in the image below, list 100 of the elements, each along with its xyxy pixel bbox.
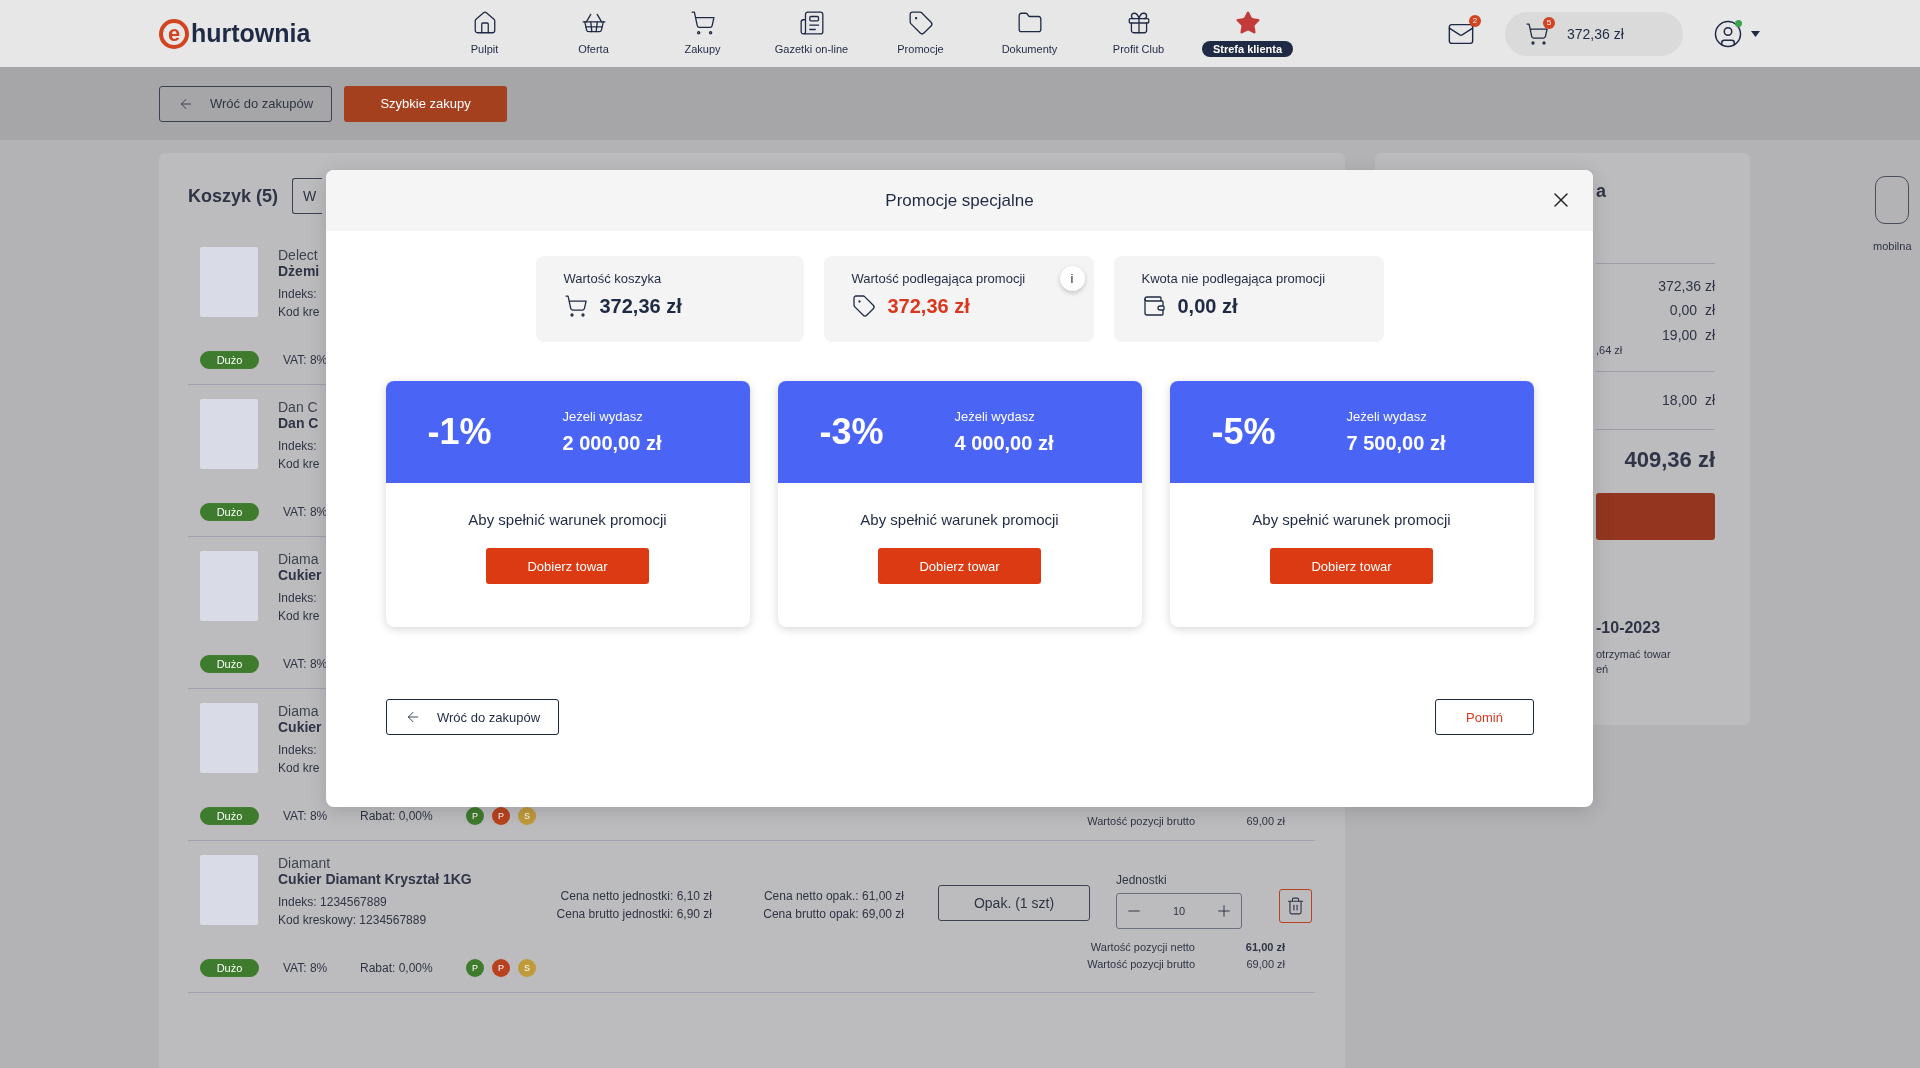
promo-text: Aby spełnić warunek promocji — [860, 511, 1059, 528]
tag-badge: S — [518, 807, 536, 825]
product-barcode: Kod kre — [278, 456, 321, 473]
product-brand: Diama — [278, 703, 319, 719]
price-text: Cena netto jednostki: 6,10 zł — [560, 888, 712, 905]
product-brand: Diama — [278, 551, 319, 567]
price-text: Cena netto opak.: 61,00 zł — [763, 888, 904, 905]
stat-label: Wartość podlegająca promocji — [851, 271, 1027, 286]
promo-condition: Jeżeli wydasz — [1346, 409, 1428, 424]
nav-item[interactable]: Pulpit — [430, 10, 539, 57]
nav-item[interactable]: Dokumenty — [975, 10, 1084, 57]
units-label: Jednostki — [1116, 872, 1168, 889]
photo-placeholder — [200, 399, 258, 469]
promo-discount: -5% — [1211, 411, 1277, 453]
info-button[interactable]: i — [1059, 266, 1085, 291]
tag-icon — [907, 10, 934, 36]
nav-item[interactable]: Gazetki on-line — [757, 10, 866, 57]
nav-item[interactable]: Promocje — [866, 10, 975, 57]
product-barcode: Kod kre — [278, 304, 321, 321]
checkout-button[interactable] — [1596, 493, 1715, 541]
stock-badge: Dużo — [200, 807, 259, 825]
tab-button[interactable]: W — [292, 178, 323, 214]
nav-item[interactable]: Zakupy — [648, 10, 757, 57]
photo-placeholder — [200, 551, 258, 621]
delivery-note: otrzymać towar — [1596, 647, 1672, 661]
product-name: Cukier — [278, 567, 322, 583]
stock-badge: Dużo — [200, 655, 259, 673]
tag-badge: P — [492, 959, 510, 977]
nav-item[interactable]: Profit Club — [1084, 10, 1193, 57]
product-name: Dżemi — [278, 263, 320, 279]
promo-condition: Jeżeli wydasz — [562, 409, 644, 424]
arrow-left-icon — [405, 709, 421, 725]
tag-icon — [851, 294, 876, 318]
add-products-button[interactable]: Dobierz towar — [486, 548, 649, 584]
skip-button[interactable]: Pomiń — [1435, 699, 1534, 735]
total-label: Wartość pozycji netto — [1089, 940, 1195, 955]
cart-icon — [1525, 21, 1549, 46]
nav-item[interactable]: Oferta — [539, 10, 648, 57]
quantity-field[interactable]: 10 — [1159, 904, 1199, 918]
summary-note: ,64 zł — [1596, 344, 1624, 358]
product-barcode: Kod kre — [278, 760, 321, 777]
vat-text: VAT: 8% — [283, 809, 329, 823]
promo-threshold: 2 000,00 zł — [562, 432, 662, 455]
cart-icon — [563, 294, 588, 318]
total-value: 61,00 zł — [1244, 940, 1285, 955]
product-index: Indeks: — [278, 438, 318, 455]
total-value: 409,36 zł — [1623, 446, 1715, 474]
cart-summary-button[interactable]: 5 372,36 zł — [1505, 11, 1683, 56]
promo-threshold: 7 500,00 zł — [1346, 432, 1446, 455]
promo-text: Aby spełnić warunek promocji — [468, 511, 667, 528]
stat-value: 372,36 zł — [599, 294, 682, 318]
product-index: Indeks: — [278, 590, 318, 607]
newspaper-icon — [798, 10, 825, 36]
product-brand: Delect — [278, 247, 318, 263]
stat-value: 0,00 zł — [1177, 294, 1238, 318]
delete-button[interactable] — [1279, 889, 1312, 923]
back-button[interactable]: Wróć do zakupów — [159, 85, 333, 122]
add-products-button[interactable]: Dobierz towar — [1270, 548, 1433, 584]
caret-icon — [1751, 30, 1760, 37]
product-name: Cukier — [278, 719, 322, 735]
logo[interactable]: e hurtownia — [159, 18, 430, 49]
total-value: 69,00 zł — [1245, 957, 1285, 972]
product-name: Cukier Diamant Kryształ 1KG — [278, 871, 472, 887]
product-index: Indeks: — [278, 286, 318, 303]
stat-value: 372,36 zł — [887, 294, 970, 318]
stock-badge: Dużo — [200, 351, 259, 369]
trash-icon — [1286, 896, 1305, 916]
product-name: Dan C — [278, 415, 319, 431]
tag-badge: P — [466, 959, 484, 977]
summary-heading: a — [1596, 181, 1607, 203]
product-barcode: Kod kre — [278, 608, 321, 625]
product-brand: Diamant — [278, 855, 331, 871]
price-text: Cena brutto opak: 69,00 zł — [763, 906, 904, 923]
package-select[interactable]: Opak. (1 szt) — [938, 885, 1090, 921]
tag-badge: P — [466, 807, 484, 825]
promo-discount: -3% — [819, 411, 885, 453]
total-value: 69,00 zł — [1245, 814, 1285, 829]
price-text: Cena brutto jednostki: 6,90 zł — [556, 906, 712, 923]
add-products-button[interactable]: Dobierz towar — [878, 548, 1041, 584]
delivery-date: -10-2023 — [1596, 618, 1662, 638]
promo-condition: Jeżeli wydasz — [954, 409, 1036, 424]
nav-item[interactable]: Strefa klienta — [1193, 10, 1302, 57]
user-menu-button[interactable] — [1713, 18, 1760, 49]
stock-badge: Dużo — [200, 959, 259, 977]
delivery-note: eń — [1596, 662, 1610, 676]
vat-text: VAT: 8% — [283, 961, 329, 975]
shipping-value: 18,00 zł — [1661, 392, 1715, 409]
mobile-label: mobilna — [1873, 240, 1912, 252]
plus-icon[interactable] — [1215, 902, 1233, 920]
phone-icon[interactable] — [1875, 176, 1910, 224]
promo-discount: -1% — [427, 411, 493, 453]
product-brand: Dan C — [278, 399, 318, 415]
total-label: Wartość pozycji brutto — [1087, 957, 1195, 972]
wallet-icon — [1141, 294, 1166, 318]
back-button[interactable]: Wróć do zakupów — [386, 699, 560, 735]
tag-badge: P — [492, 807, 510, 825]
photo-placeholder — [200, 855, 258, 925]
promo-threshold: 4 000,00 zł — [954, 432, 1054, 455]
quick-buy-button[interactable]: Szybkie zakupy — [344, 85, 508, 122]
dialog-title: Promocje specjalne — [885, 190, 1034, 211]
